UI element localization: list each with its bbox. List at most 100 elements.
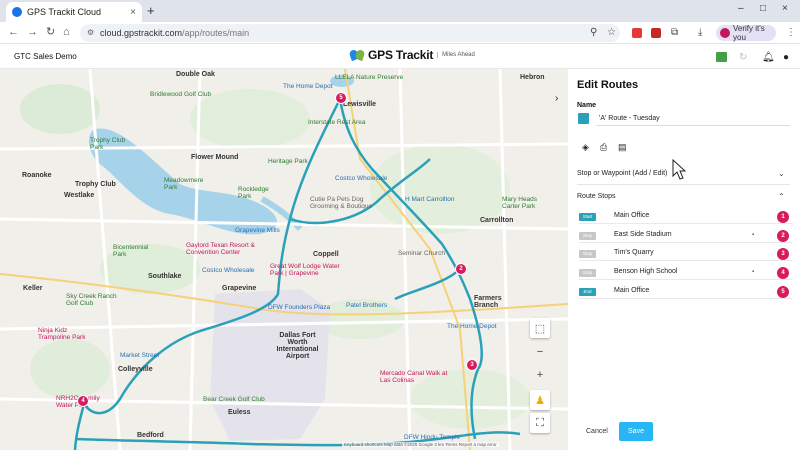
note-icon[interactable]: ▪ [752, 269, 754, 275]
brand-logo: GPS Trackit Miles Ahead [350, 48, 475, 62]
map-export-icon[interactable] [716, 52, 727, 62]
favicon-icon [12, 7, 22, 17]
reload-icon[interactable]: ↻ [46, 25, 55, 38]
map-label: Mary Heads Carter Park [502, 196, 538, 210]
site-info-icon[interactable]: ⚙ [87, 28, 94, 37]
stop-waypoint-section-header[interactable]: Stop or Waypoint (Add / Edit) [577, 170, 667, 177]
stop-type-badge: Stop [579, 232, 596, 240]
brand-name: GPS Trackit [368, 48, 434, 62]
app-header: GTC Sales Demo GPS Trackit Miles Ahead ↻… [0, 44, 800, 69]
minimize-button[interactable]: – [738, 3, 744, 14]
route-stop-row[interactable]: Stop Benson High School ▪ 4 [579, 266, 793, 280]
bookmark-star-icon[interactable]: ☆ [607, 27, 616, 38]
refresh-icon[interactable]: ↻ [739, 52, 747, 63]
map-label: Flower Mound [191, 154, 239, 161]
map-stop-pin[interactable]: 2 [455, 263, 467, 275]
brand-tagline: Miles Ahead [437, 52, 475, 58]
url-path: /app/routes/main [182, 28, 250, 38]
page-title: Edit Routes [577, 79, 639, 91]
copy-route-icon[interactable]: ▤ [618, 142, 627, 153]
map-label: Grapevine [222, 285, 257, 292]
map-label: Heritage Park [268, 158, 308, 165]
map-label: Keller [23, 285, 43, 292]
stop-number-badge: 4 [777, 267, 789, 279]
route-color-swatch[interactable] [578, 113, 589, 124]
note-icon[interactable]: ▪ [752, 232, 754, 238]
profile-label: Verify it's you [733, 24, 765, 42]
stop-number-badge: 3 [777, 248, 789, 260]
map-label: Southlake [148, 273, 182, 280]
stop-number-badge: 2 [777, 230, 789, 242]
map-label: Great Wolf Lodge Water Park | Grapevine [270, 263, 340, 277]
zoom-icon[interactable]: ⚲ [590, 27, 597, 38]
new-tab-button[interactable]: + [147, 3, 155, 18]
download-icon[interactable]: ⤓ [698, 27, 702, 38]
mouse-cursor-icon [672, 159, 686, 180]
directions-icon[interactable]: ◈ [582, 142, 589, 153]
back-arrow-icon[interactable]: ← [8, 26, 19, 38]
collapse-panel-arrow-icon[interactable]: › [555, 93, 558, 104]
map-label: H Mart Carrollton [405, 196, 455, 203]
map-label: Bridlewood Golf Club [150, 91, 212, 98]
route-stop-row[interactable]: Start Main Office 1 [579, 210, 793, 224]
url-input[interactable]: ⚙ cloud.gpstrackit.com /app/routes/main [80, 24, 620, 42]
street-view-pegman-icon[interactable]: ♟ [530, 390, 550, 410]
divider [577, 184, 790, 185]
map-label: The Home Depot [283, 83, 333, 90]
map-label: Lewisville [343, 101, 377, 108]
url-domain: cloud.gpstrackit.com [100, 28, 183, 38]
stop-type-badge: Start [579, 213, 596, 221]
print-icon[interactable]: ⎙ [600, 142, 607, 153]
chevron-up-icon[interactable]: ⌃ [778, 192, 785, 201]
map-layers-icon[interactable]: ⬚ [530, 318, 550, 338]
map-stop-pin[interactable]: 4 [77, 395, 89, 407]
bell-icon[interactable]: 🔔︎ [762, 52, 775, 63]
zoom-in-button[interactable]: + [530, 365, 550, 385]
map-label: Double Oak [176, 71, 215, 78]
map-label: LLELA Nature Preserve [335, 74, 404, 81]
forward-arrow-icon[interactable]: → [27, 26, 38, 38]
map-label: Colleyville [118, 366, 153, 373]
map-attribution: Keyboard shortcuts Map data ©2025 Google… [342, 442, 499, 447]
route-stops-section-header[interactable]: Route Stops [577, 193, 616, 200]
fullscreen-icon[interactable]: ⛶ [530, 413, 550, 433]
chevron-down-icon[interactable]: ⌄ [778, 169, 785, 178]
extensions-puzzle-icon[interactable]: ⧉ [671, 27, 678, 38]
profile-button[interactable]: Verify it's you [716, 24, 776, 42]
zoom-out-button[interactable]: − [530, 342, 550, 362]
map-stop-pin[interactable]: 3 [466, 359, 478, 371]
tab-title: GPS Trackit Cloud [27, 7, 102, 17]
tab-close-icon[interactable]: × [130, 7, 136, 18]
map-label: Patel Brothers [346, 302, 388, 309]
cancel-button[interactable]: Cancel [586, 428, 608, 435]
map-label: Euless [228, 409, 251, 416]
extension-icon[interactable] [651, 28, 661, 38]
menu-dots-icon[interactable]: ⋮ [786, 27, 796, 38]
map-label: Costco Wholesale [202, 267, 255, 274]
map-label: Coppell [313, 251, 339, 258]
home-icon[interactable]: ⌂ [63, 26, 70, 38]
stop-number-badge: 1 [777, 211, 789, 223]
map-label: Farmers Branch [474, 295, 502, 309]
route-stop-row[interactable]: Stop East Side Stadium ▪ 2 [579, 229, 793, 243]
browser-tab[interactable]: GPS Trackit Cloud × [6, 2, 142, 22]
route-stop-row[interactable]: Stop Tim's Quarry 3 [579, 247, 793, 261]
map-label: Ninja Kidz Trampoline Park [38, 327, 86, 341]
close-window-button[interactable]: × [782, 3, 788, 14]
route-stop-row[interactable]: End Main Office 5 [579, 285, 793, 299]
stop-name: Main Office [614, 212, 650, 219]
map-label: Costco Wholesale [335, 175, 388, 182]
stop-name: Tim's Quarry [614, 249, 654, 256]
user-icon[interactable]: ● [783, 52, 789, 63]
route-name-input[interactable]: 'A' Route - Tuesday [596, 111, 790, 126]
save-button[interactable]: Save [619, 422, 653, 441]
company-name[interactable]: GTC Sales Demo [14, 52, 77, 61]
map-label: DFW Founders Plaza [268, 304, 331, 311]
extension-icon[interactable] [632, 28, 642, 38]
route-map[interactable]: Double Oak Lewisville Hebron LLELA Natur… [0, 69, 568, 450]
maximize-button[interactable]: □ [760, 3, 766, 14]
map-label: Trophy Club [75, 181, 116, 188]
map-stop-pin[interactable]: 5 [335, 92, 347, 104]
address-bar-row: ← → ↻ ⌂ ⚙ cloud.gpstrackit.com /app/rout… [0, 22, 800, 44]
map-label: Trophy Club Park [90, 137, 126, 151]
